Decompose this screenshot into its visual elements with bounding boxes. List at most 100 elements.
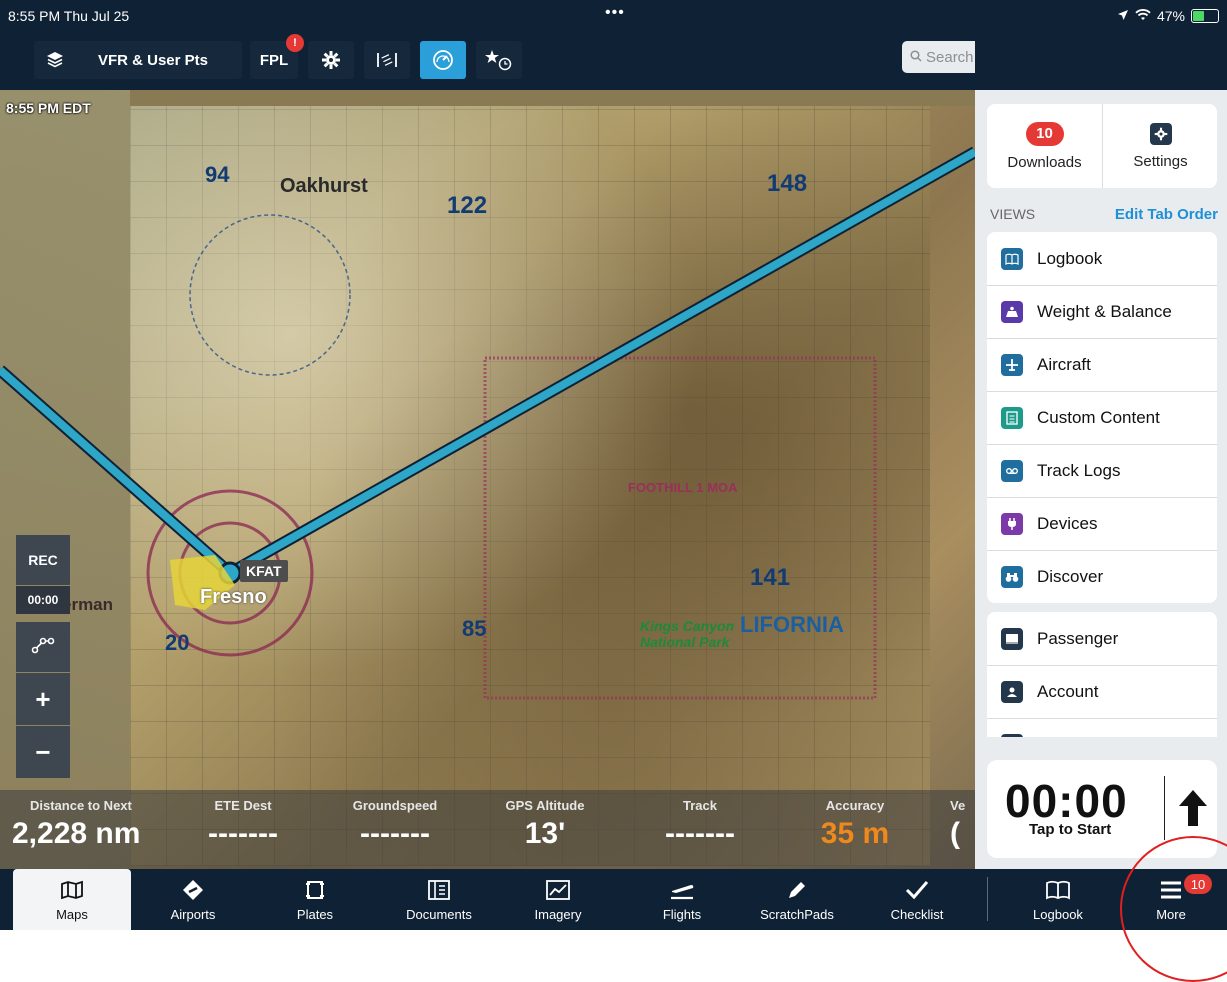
partial-item-icon (1001, 733, 1023, 737)
view-item-discover[interactable]: Discover (987, 550, 1217, 603)
plug-icon (1001, 512, 1023, 535)
imagery-icon (546, 877, 570, 903)
favorites-recents-button[interactable] (476, 41, 522, 79)
instrument-partial[interactable]: Ve ( (950, 798, 975, 851)
instrument-panel[interactable]: Distance to Next 2,228 nm ETE Dest -----… (0, 790, 975, 869)
record-timer: 00:00 (16, 586, 70, 614)
tracklog-icon (1001, 459, 1023, 482)
tab-documents[interactable]: Documents (389, 869, 489, 930)
record-time: 00:00 (27, 593, 59, 607)
weight-icon (1001, 300, 1023, 323)
tab-checklist[interactable]: Checklist (877, 869, 957, 930)
view-item-passenger[interactable]: Passenger (987, 612, 1217, 665)
map-settings-button[interactable] (308, 41, 354, 79)
sectional-map[interactable]: 8:55 PM EDT KFAT 94 Oakhurst 122 148 Fre… (0, 90, 975, 869)
view-item-label: Track Logs (1037, 460, 1121, 480)
instrument-value: ------- (360, 817, 430, 850)
fpl-alert-badge: ! (286, 34, 304, 52)
zoom-out-label: − (35, 736, 51, 767)
split-view-icon (375, 51, 399, 69)
tab-scratchpads[interactable]: ScratchPads (747, 869, 847, 930)
airplane-icon (1001, 353, 1023, 376)
instrument-value: ------- (208, 817, 278, 850)
zoom-out-button[interactable]: − (16, 726, 70, 778)
timer-start-label: Tap to Start (1029, 821, 1112, 838)
instruments-button[interactable] (420, 41, 466, 79)
downloads-label: Downloads (1007, 153, 1082, 171)
multitask-dots[interactable]: ••• (605, 4, 625, 22)
wifi-icon (1135, 8, 1151, 24)
view-item-label: Logbook (1037, 248, 1103, 268)
tab-flights[interactable]: Flights (632, 869, 732, 930)
route-tool-button[interactable] (16, 622, 70, 672)
zoom-in-button[interactable]: + (16, 673, 70, 725)
downloads-button[interactable]: 10 Downloads (987, 104, 1102, 188)
view-item-account[interactable]: Account (987, 665, 1217, 718)
map-number-141: 141 (750, 564, 791, 591)
edit-tab-order-button[interactable]: Edit Tab Order (1115, 206, 1218, 223)
view-item-label: Aircraft (1037, 354, 1091, 374)
gauge-icon (432, 49, 454, 71)
fpl-button[interactable]: FPL ! (250, 34, 304, 79)
document-icon (1001, 406, 1023, 429)
bottom-tab-bar: Maps Airports Plates Documents Imagery F… (0, 869, 1227, 930)
battery-charging-icon (1191, 9, 1219, 23)
layers-icon (46, 51, 64, 69)
views-list: Logbook Weight & Balance Aircraft Custom… (987, 232, 1217, 603)
view-item-weight-balance[interactable]: Weight & Balance (987, 285, 1217, 338)
map-number-94: 94 (205, 162, 230, 187)
map-time-label: 8:55 PM EDT (6, 100, 91, 116)
instrument-value: 2,228 nm (12, 817, 141, 850)
tab-imagery[interactable]: Imagery (508, 869, 608, 930)
instrument-distance[interactable]: Distance to Next 2,228 nm (12, 798, 162, 851)
tab-label: Logbook (1033, 907, 1083, 922)
extras-list: Passenger Account (987, 612, 1217, 737)
search-placeholder: Search (926, 48, 974, 66)
tab-maps[interactable]: Maps (13, 869, 131, 930)
tab-logbook[interactable]: Logbook (1008, 869, 1108, 930)
map-city-oakhurst: Oakhurst (280, 175, 368, 197)
view-item-logbook[interactable]: Logbook (987, 232, 1217, 285)
view-item-label: Account (1037, 681, 1099, 701)
record-button[interactable]: REC (16, 535, 70, 585)
layers-button[interactable]: VFR & User Pts (34, 41, 242, 79)
up-arrow-icon[interactable] (1178, 788, 1208, 833)
search-icon (910, 49, 922, 66)
view-item-track-logs[interactable]: Track Logs (987, 444, 1217, 497)
instrument-label: Groundspeed (352, 798, 438, 813)
instrument-label: Ve (950, 798, 966, 813)
search-input[interactable]: Search (902, 41, 975, 73)
flights-icon (669, 877, 695, 903)
map-city-fresno: Fresno (200, 586, 267, 608)
downloads-count-badge: 10 (1025, 121, 1064, 146)
view-item-label: Discover (1037, 566, 1104, 586)
tab-label: Checklist (890, 907, 944, 922)
tab-plates[interactable]: Plates (265, 869, 365, 930)
view-item-aircraft[interactable]: Aircraft (987, 338, 1217, 391)
map-region-label: LIFORNIA (740, 612, 844, 637)
instrument-track[interactable]: Track ------- (635, 798, 765, 851)
more-panel: 10 Downloads Settings VIEWS Edit Tab Ord… (975, 32, 1227, 869)
split-screen-button[interactable] (364, 41, 410, 79)
settings-label: Settings (1133, 152, 1188, 170)
map-moa-label: FOOTHILL 1 MOA (628, 480, 738, 495)
status-icons: 47% (1117, 8, 1219, 24)
kfat-airport-label[interactable]: KFAT (240, 560, 288, 582)
instrument-groundspeed[interactable]: Groundspeed ------- (330, 798, 460, 851)
tab-airports[interactable]: Airports (143, 869, 243, 930)
view-item-devices[interactable]: Devices (987, 497, 1217, 550)
instrument-ete[interactable]: ETE Dest ------- (178, 798, 308, 851)
documents-icon (428, 877, 450, 903)
instrument-value: 35 m (820, 817, 890, 850)
status-bar: 8:55 PM Thu Jul 25 ••• 47% (0, 0, 1227, 32)
settings-button[interactable]: Settings (1103, 104, 1218, 188)
instrument-accuracy[interactable]: Accuracy 35 m (790, 798, 920, 851)
panel-header (975, 32, 1227, 90)
view-item-custom-content[interactable]: Custom Content (987, 391, 1217, 444)
instrument-value: ( (950, 817, 960, 850)
view-item-partial[interactable] (987, 718, 1217, 737)
tab-label: Maps (56, 907, 88, 922)
map-number-20: 20 (165, 630, 190, 655)
status-time: 8:55 PM Thu Jul 25 (8, 8, 130, 24)
instrument-gps-altitude[interactable]: GPS Altitude 13' (480, 798, 610, 851)
